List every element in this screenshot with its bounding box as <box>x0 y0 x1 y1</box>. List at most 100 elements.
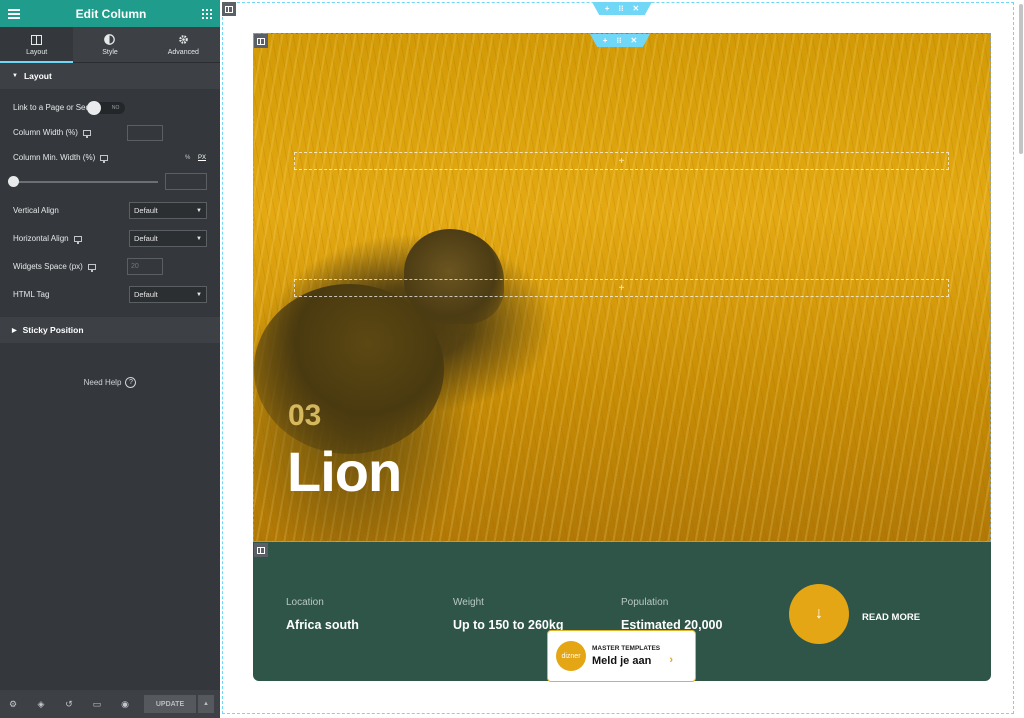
horizontal-align-select[interactable]: Default ▼ <box>129 230 207 247</box>
need-help-link[interactable]: Need Help ? <box>0 377 220 388</box>
column-handle-icon[interactable] <box>222 2 236 16</box>
hamburger-menu-icon[interactable] <box>8 8 20 19</box>
unit-selector: % PX <box>185 155 206 161</box>
close-icon[interactable]: ✕ <box>633 4 640 13</box>
widgets-space-placeholder: 20 <box>131 263 139 270</box>
horizontal-align-value: Default <box>134 234 158 243</box>
column-width-row: Column Width (%) <box>0 120 220 145</box>
tab-layout[interactable]: Layout <box>0 27 74 63</box>
dizner-logo: dizner <box>556 641 586 671</box>
drag-icon[interactable]: ⁝⁝ <box>618 4 623 13</box>
tab-advanced[interactable]: Advanced <box>147 27 220 62</box>
column-width-input[interactable] <box>127 124 163 141</box>
desktop-icon[interactable] <box>73 235 82 244</box>
horizontal-align-label: Horizontal Align <box>13 234 69 243</box>
caret-right-icon: ▶ <box>12 327 17 334</box>
gear-icon[interactable]: ⚙ <box>8 699 18 709</box>
column-min-width-label: Column Min. Width (%) <box>13 153 96 162</box>
eye-icon[interactable]: ◉ <box>120 699 130 709</box>
min-width-slider-row <box>0 170 220 194</box>
add-icon[interactable]: + <box>605 4 610 13</box>
scrollbar-thumb[interactable] <box>1019 4 1023 154</box>
promo-text: MASTER TEMPLATES Meld je aan <box>592 645 660 667</box>
link-toggle[interactable]: NO <box>87 100 126 115</box>
vertical-align-label: Vertical Align <box>13 206 59 215</box>
desktop-icon[interactable] <box>100 154 109 163</box>
panel-header: Edit Column <box>0 0 220 27</box>
question-icon: ? <box>125 377 137 388</box>
column-handle-icon[interactable] <box>254 34 268 48</box>
update-options-chevron-icon[interactable]: ▲ <box>198 695 214 713</box>
tab-style-label: Style <box>102 48 118 56</box>
desktop-icon[interactable] <box>82 129 91 138</box>
read-more-link[interactable]: READ MORE <box>862 612 920 623</box>
caret-down-icon: ▼ <box>196 291 202 298</box>
widgets-space-input[interactable]: 20 <box>127 258 163 275</box>
history-icon[interactable]: ↺ <box>64 699 74 709</box>
panel-tabs: Layout Style Advanced <box>0 27 220 63</box>
close-icon[interactable]: ✕ <box>631 36 638 45</box>
need-help-label: Need Help <box>83 378 122 387</box>
widget-drop-zone[interactable]: + <box>294 152 949 170</box>
min-width-input[interactable] <box>165 173 207 190</box>
html-tag-row: HTML Tag Default ▼ <box>0 282 220 307</box>
layout-section-toggle[interactable]: ▼ Layout <box>0 63 220 89</box>
html-tag-select[interactable]: Default ▼ <box>129 286 207 303</box>
editor-canvas: + ⁝⁝ ✕ + + 03 Lion + ⁝⁝ ✕ Location Afric… <box>220 0 1024 718</box>
update-button[interactable]: UPDATE <box>144 695 196 713</box>
lion-head-image <box>404 229 504 324</box>
hero-column[interactable]: + + 03 Lion <box>253 33 991 542</box>
stat-key: Weight <box>453 597 484 608</box>
column-width-label: Column Width (%) <box>13 128 78 137</box>
column-handle-icon[interactable] <box>254 543 268 557</box>
section-handle[interactable]: + ⁝⁝ ✕ <box>592 2 652 15</box>
add-icon: + <box>618 155 625 167</box>
half-circle-icon <box>104 34 116 46</box>
add-icon[interactable]: + <box>603 36 608 45</box>
sticky-section-toggle[interactable]: ▶ Sticky Position <box>0 317 220 343</box>
stat-weight: Weight Up to 150 to 260kg <box>453 597 563 632</box>
horizontal-align-row: Horizontal Align Default ▼ <box>0 226 220 251</box>
promo-banner[interactable]: dizner MASTER TEMPLATES Meld je aan › <box>547 630 696 682</box>
stat-location: Location Africa south <box>286 597 359 632</box>
responsive-icon[interactable]: ▭ <box>92 699 102 709</box>
add-icon: + <box>618 282 625 294</box>
promo-title: Meld je aan <box>592 655 652 667</box>
widgets-space-label-wrap: Widgets Space (px) <box>13 262 96 272</box>
inner-section-handle[interactable]: + ⁝⁝ ✕ <box>590 34 650 47</box>
promo-kicker: MASTER TEMPLATES <box>592 645 661 652</box>
vertical-align-value: Default <box>134 206 158 215</box>
column-width-label-wrap: Column Width (%) <box>13 128 91 138</box>
layers-icon[interactable]: ◈ <box>36 699 46 709</box>
columns-icon <box>31 34 43 46</box>
tab-style[interactable]: Style <box>73 27 146 62</box>
stat-value: Africa south <box>286 618 359 632</box>
min-width-slider-track[interactable] <box>13 181 158 183</box>
widgets-grid-icon[interactable] <box>201 8 212 19</box>
drag-icon[interactable]: ⁝⁝ <box>616 36 621 45</box>
toggle-knob <box>87 100 102 115</box>
canvas-scrollbar[interactable] <box>1018 0 1024 718</box>
widgets-space-row: Widgets Space (px) 20 <box>0 254 220 279</box>
sticky-section-title: Sticky Position <box>22 325 84 335</box>
html-tag-label: HTML Tag <box>13 290 50 299</box>
gear-icon <box>178 34 189 46</box>
panel-title: Edit Column <box>75 6 147 21</box>
arrow-down-icon: ↓ <box>815 605 823 622</box>
min-width-slider-handle[interactable] <box>8 176 19 187</box>
horizontal-align-label-wrap: Horizontal Align <box>13 234 82 244</box>
vertical-align-select[interactable]: Default ▼ <box>129 202 207 219</box>
widget-drop-zone[interactable]: + <box>294 279 949 297</box>
vertical-align-row: Vertical Align Default ▼ <box>0 198 220 223</box>
hero-title: Lion <box>287 440 402 503</box>
panel-footer: ⚙ ◈ ↺ ▭ ◉ UPDATE ▲ <box>0 690 220 718</box>
caret-down-icon: ▼ <box>196 207 202 214</box>
chevron-right-icon: › <box>669 654 673 666</box>
unit-px[interactable]: PX <box>198 155 206 161</box>
read-more-button[interactable]: ↓ <box>789 584 849 644</box>
link-row: Link to a Page or Section NO <box>0 95 220 120</box>
desktop-icon[interactable] <box>87 263 96 272</box>
link-toggle-text: NO <box>111 104 120 111</box>
layout-controls: Link to a Page or Section NO Column Widt… <box>0 89 220 307</box>
unit-percent[interactable]: % <box>185 155 190 161</box>
